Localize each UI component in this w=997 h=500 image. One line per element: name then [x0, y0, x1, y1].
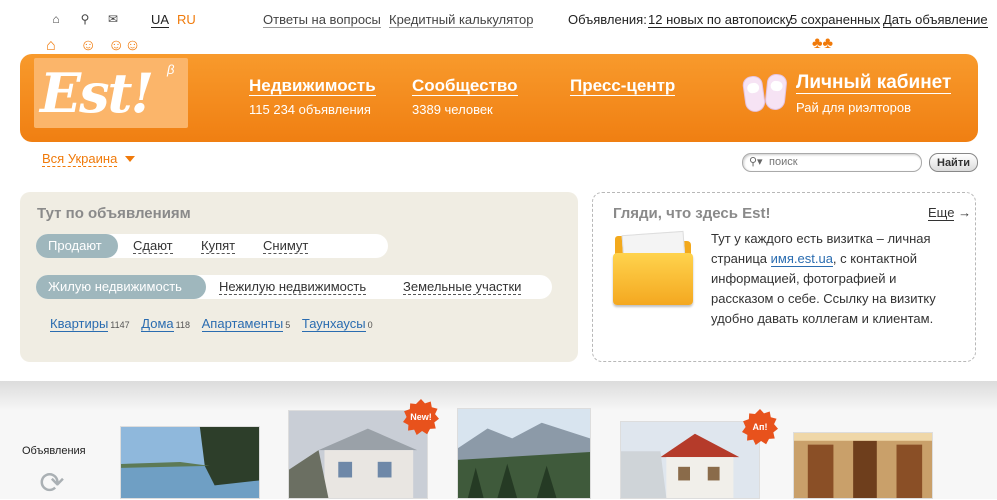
saved-ads-link[interactable]: 5 сохраненных	[790, 12, 881, 28]
nav-realty-sub: 115 234 объявления	[249, 102, 371, 117]
category-townhouses[interactable]: Таунхаусы 0	[301, 316, 373, 332]
home-icon[interactable]: ⌂	[49, 12, 63, 26]
category-houses-link[interactable]: Дома	[141, 316, 174, 332]
search-dropdown-icon[interactable]: ⚲▾	[749, 155, 763, 168]
listing-thumb-mountains[interactable]	[457, 408, 591, 499]
main-header: Est! β Недвижимость 115 234 объявления С…	[20, 54, 978, 142]
category-houses-count: 118	[175, 320, 190, 330]
palm-picto-icon: ♣♣	[812, 35, 833, 52]
tab-residential-label: Жилую недвижимость	[48, 279, 182, 294]
lang-ru-link[interactable]: RU	[177, 12, 196, 27]
info-panel: Гляди, что здесь Est! Еще → Тут у каждог…	[592, 192, 976, 362]
more-link[interactable]: Еще →	[928, 205, 972, 221]
category-apartments-count: 1147	[110, 320, 130, 330]
category-apart-hotels[interactable]: Апартаменты 5	[201, 316, 291, 332]
category-houses[interactable]: Дома 118	[141, 316, 190, 332]
refresh-icon[interactable]: ⟳	[36, 468, 68, 500]
tab-residential[interactable]: Жилую недвижимость	[36, 275, 206, 299]
nav-realty[interactable]: Недвижимость 115 234 объявления	[249, 76, 376, 117]
search-box[interactable]: ⚲▾	[742, 153, 922, 172]
house-photo	[289, 411, 427, 498]
region-selector[interactable]: Вся Украина	[42, 151, 118, 167]
slippers-icon	[741, 73, 788, 114]
lake-photo	[121, 427, 259, 498]
region-dropdown-icon[interactable]	[125, 156, 135, 162]
property-type-tabs: Жилую недвижимость Нежилую недвижимость …	[36, 275, 552, 299]
tab-rent-out[interactable]: Сдают	[133, 234, 173, 258]
search-button[interactable]: Найти	[929, 153, 978, 172]
tab-commercial-label: Нежилую недвижимость	[219, 279, 367, 295]
nav-press-title[interactable]: Пресс-центр	[570, 76, 676, 96]
person-picto-icon: ☺	[80, 37, 97, 54]
autosearch-new-link[interactable]: 12 новых по автопоиску	[648, 12, 792, 28]
listing-thumb-cottage[interactable]	[620, 421, 760, 499]
listing-thumb-interior[interactable]	[793, 432, 933, 499]
site-logo[interactable]: Est! β	[34, 58, 188, 128]
community-picto-icon: ☺☺	[108, 37, 141, 54]
tab-sell-label: Продают	[48, 238, 102, 253]
category-apartments[interactable]: Квартиры 1147	[50, 316, 130, 332]
category-apartments-link[interactable]: Квартиры	[50, 316, 109, 332]
interior-photo	[794, 433, 932, 498]
ads-label: Объявления:	[568, 12, 647, 27]
house-picto-icon: ⌂	[46, 37, 56, 54]
answers-link[interactable]: Ответы на вопросы	[263, 12, 381, 28]
deal-type-tabs: Продают Сдают Купят Снимут	[36, 234, 388, 258]
lang-ua-link[interactable]: UA	[151, 12, 170, 28]
logo-beta: β	[167, 62, 175, 77]
nav-realty-title[interactable]: Недвижимость	[249, 76, 376, 96]
cottage-photo	[621, 422, 759, 498]
more-link-label: Еще	[928, 205, 955, 221]
tab-buy[interactable]: Купят	[201, 234, 236, 258]
category-townhouses-count: 0	[367, 320, 373, 330]
folder-icon	[613, 230, 693, 309]
nav-community[interactable]: Сообщество 3389 человек	[412, 76, 518, 117]
nav-cabinet-sub: Рай для риэлторов	[796, 100, 911, 115]
business-card-link[interactable]: имя.est.ua	[770, 251, 833, 267]
post-ad-link[interactable]: Дать объявление	[883, 12, 988, 28]
nav-community-title[interactable]: Сообщество	[412, 76, 518, 96]
mountains-photo	[458, 409, 590, 498]
tab-rent-out-label: Сдают	[133, 238, 173, 254]
mail-icon[interactable]: ✉	[106, 12, 120, 26]
tab-sell[interactable]: Продают	[36, 234, 118, 258]
tab-buy-label: Купят	[201, 238, 236, 254]
tab-rent-label: Снимут	[263, 238, 309, 254]
info-text: Тут у каждого есть визитка – личная стра…	[711, 229, 961, 329]
ads-strip-label: Объявления	[22, 445, 86, 457]
category-apart-hotels-count: 5	[285, 320, 291, 330]
nav-community-sub: 3389 человек	[412, 102, 493, 117]
tab-land[interactable]: Земельные участки	[403, 275, 522, 299]
arrow-right-icon: →	[958, 205, 972, 220]
tab-land-label: Земельные участки	[403, 279, 522, 295]
top-bar: ⌂ ⚲ ✉ UA RU Ответы на вопросы Кредитный …	[0, 0, 997, 38]
listings-panel: Тут по объявлениям Продают Сдают Купят С…	[20, 192, 578, 362]
credit-calculator-link[interactable]: Кредитный калькулятор	[389, 12, 534, 28]
category-links: Квартиры 1147 Дома 118 Апартаменты 5 Таунха…	[50, 316, 381, 332]
logo-text: Est!	[40, 61, 154, 125]
info-title: Гляди, что здесь Est!	[613, 205, 771, 222]
listing-thumb-lake[interactable]	[120, 426, 260, 499]
nav-cabinet[interactable]: Личный кабинет Рай для риэлторов	[796, 72, 952, 115]
tab-commercial[interactable]: Нежилую недвижимость	[219, 275, 367, 299]
nav-cabinet-title[interactable]: Личный кабинет	[796, 72, 952, 94]
category-townhouses-link[interactable]: Таунхаусы	[301, 316, 366, 332]
tab-rent[interactable]: Снимут	[263, 234, 309, 258]
search-icon[interactable]: ⚲	[78, 12, 92, 26]
search-input[interactable]	[769, 155, 909, 169]
category-apart-hotels-link[interactable]: Апартаменты	[201, 316, 284, 332]
listings-title: Тут по объявлениям	[37, 205, 191, 222]
nav-press[interactable]: Пресс-центр	[570, 76, 676, 96]
